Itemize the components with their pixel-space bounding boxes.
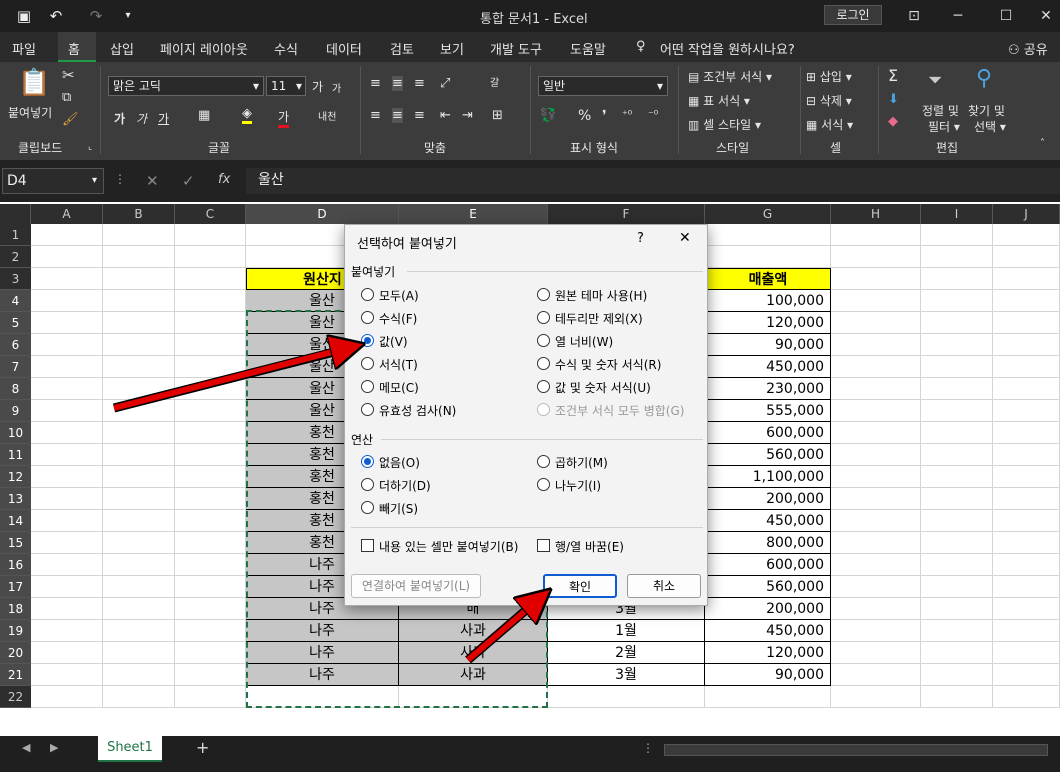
more-icon: ⋮ [642,741,654,755]
add-sheet-button[interactable]: + [196,738,209,757]
sheet-tab-sheet1[interactable]: Sheet1 [98,736,162,762]
next-sheet-icon[interactable]: ▶ [50,741,58,754]
annotation-arrows [112,0,1060,664]
horizontal-scrollbar[interactable] [664,744,1048,756]
arrow-to-ok [466,600,538,663]
arrow-to-values [113,348,348,411]
prev-sheet-icon[interactable]: ◀ [22,741,30,754]
